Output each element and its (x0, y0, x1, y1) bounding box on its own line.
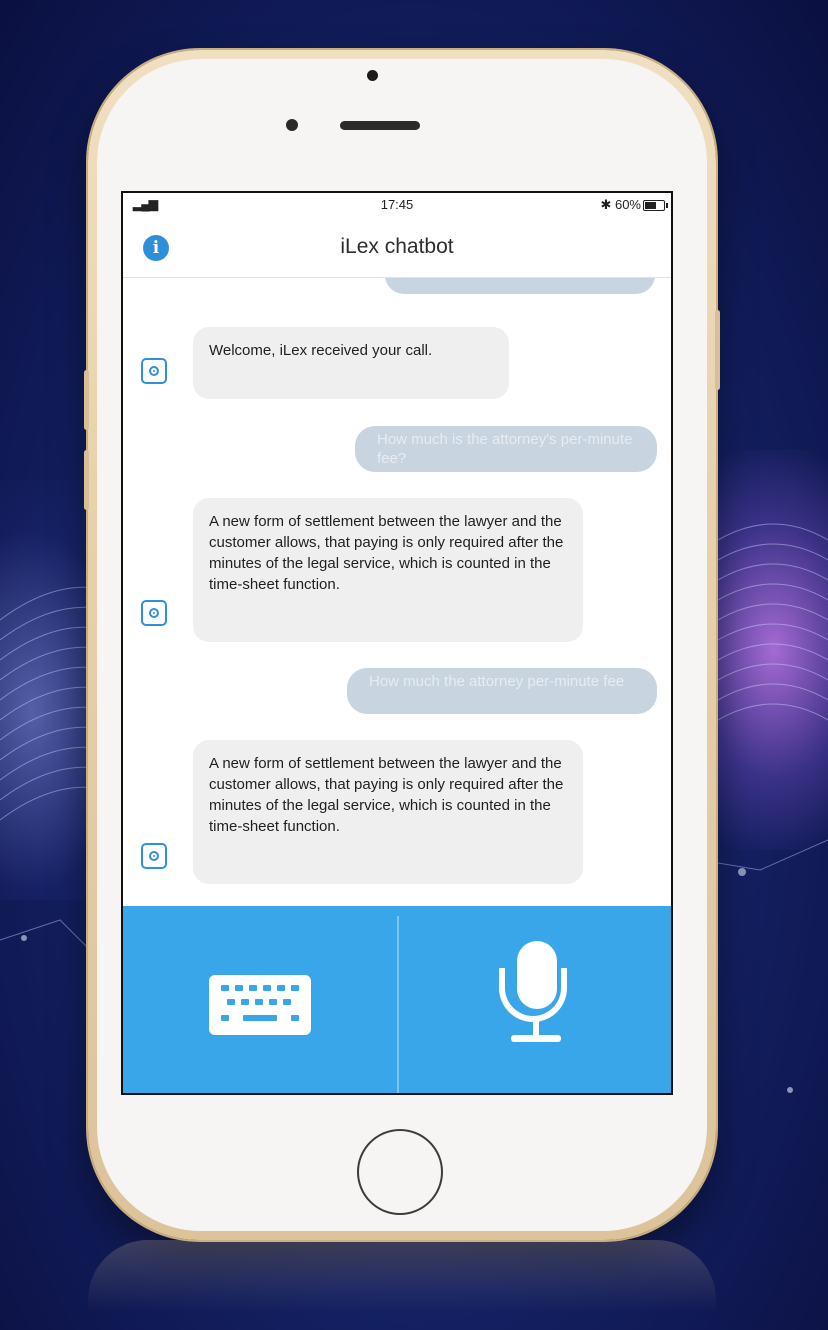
battery-text: ✱ 60% (600, 197, 641, 212)
status-bar: ▂▄▆ 17:45 ✱ 60% (123, 193, 671, 217)
phone-reflection (88, 1240, 716, 1330)
battery-icon (643, 200, 668, 211)
status-time: 17:45 (380, 197, 414, 212)
user-message-bubble: How much the attorney per-minute fee (347, 668, 657, 714)
bot-message-bubble: A new form of settlement between the law… (193, 498, 583, 642)
bot-message-bubble: Welcome, iLex received your call. (193, 327, 509, 399)
nav-bar: i iLex chatbot (123, 217, 671, 278)
bot-avatar-icon (141, 843, 167, 869)
front-sensor (286, 119, 298, 131)
bot-message-bubble: A new form of settlement between the law… (193, 740, 583, 884)
chat-message-list[interactable]: Welcome, iLex received your call. How mu… (123, 278, 671, 894)
microphone-button[interactable] (399, 906, 671, 1093)
bot-avatar-icon (141, 358, 167, 384)
phone-screen: ▂▄▆ 17:45 ✱ 60% i iLex chatbot Welcome, … (121, 191, 673, 1095)
input-panel (123, 906, 671, 1093)
earpiece-speaker (340, 121, 420, 130)
user-message-bubble: How much is the attorney's per-minute fe… (355, 426, 657, 472)
volume-down-button (84, 450, 89, 510)
home-button[interactable] (357, 1129, 443, 1215)
bot-avatar-inner (149, 851, 159, 861)
bot-avatar-icon (141, 600, 167, 626)
keyboard-icon (209, 974, 311, 1035)
front-camera-dot (367, 70, 378, 81)
bot-avatar-inner (149, 366, 159, 376)
user-message-bubble (385, 278, 655, 294)
battery-nub (666, 203, 668, 208)
page-title: iLex chatbot (340, 235, 454, 258)
power-button (715, 310, 720, 390)
bot-avatar-inner (149, 608, 159, 618)
battery-level (645, 202, 656, 209)
keyboard-button[interactable] (123, 906, 397, 1093)
volume-up-button (84, 370, 89, 430)
